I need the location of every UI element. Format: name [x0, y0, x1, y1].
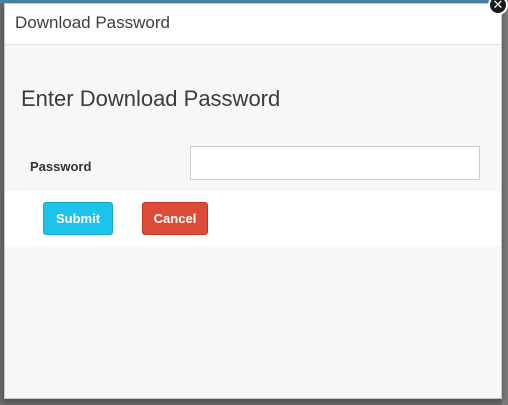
download-password-dialog: Download Password Enter Download Passwor…: [4, 3, 502, 399]
backdrop-edge: [502, 0, 508, 405]
cancel-button[interactable]: Cancel: [142, 202, 208, 235]
password-label: Password: [30, 159, 92, 174]
submit-button[interactable]: Submit: [43, 202, 113, 235]
password-input[interactable]: [190, 146, 480, 180]
dialog-header: Download Password: [5, 4, 501, 45]
button-bar: Submit Cancel: [5, 191, 501, 246]
dialog-title: Download Password: [15, 13, 170, 32]
page-heading: Enter Download Password: [21, 86, 281, 111]
